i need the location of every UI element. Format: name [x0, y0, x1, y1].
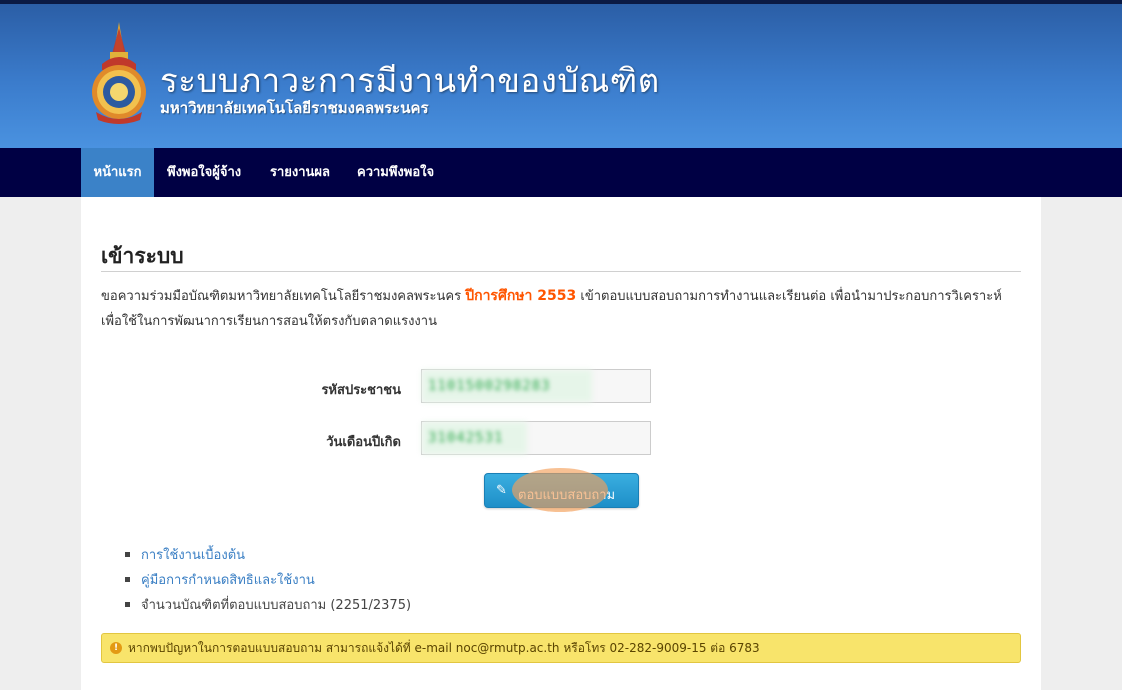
bullet-square-icon: [125, 602, 130, 607]
contact-alert: ! หากพบปัญหาในการตอบแบบสอบถาม สามารถแจ้ง…: [101, 633, 1021, 663]
nav-item-satisfaction[interactable]: ความพึงพอใจ: [357, 148, 434, 197]
main-navbar: หน้าแรก พึงพอใจผู้จ้าง รายงานผล ความพึงพ…: [0, 148, 1122, 197]
site-subtitle: มหาวิทยาลัยเทคโนโลยีราชมงคลพระนคร: [160, 99, 429, 117]
list-item: จำนวนบัณฑิตที่ตอบแบบสอบถาม (2251/2375): [125, 596, 411, 616]
permission-manual-link[interactable]: คู่มือการกำหนดสิทธิและใช้งาน: [141, 573, 315, 588]
info-circle-icon: !: [110, 642, 122, 654]
page-title: เข้าระบบ: [101, 244, 184, 268]
intro-text-start: ขอความร่วมมือบัณฑิตมหาวิทยาลัยเทคโนโลยีร…: [101, 289, 466, 304]
academic-year-highlight: ปีการศึกษา 2553: [465, 288, 577, 304]
university-logo-icon: [92, 22, 146, 124]
birthdate-value: 31042531: [428, 430, 504, 446]
birthdate-label: วันเดือนปีเกิด: [326, 435, 401, 450]
nav-item-home[interactable]: หน้าแรก: [81, 148, 154, 197]
pencil-icon: ✎: [496, 483, 507, 498]
list-item: คู่มือการกำหนดสิทธิและใช้งาน: [125, 571, 315, 591]
citizen-id-value: 1101500298283: [428, 378, 551, 394]
answer-survey-button[interactable]: ✎ ตอบแบบสอบถาม: [484, 473, 639, 508]
bullet-square-icon: [125, 552, 130, 557]
citizen-id-input[interactable]: 1101500298283: [421, 369, 651, 403]
title-divider: [101, 271, 1021, 272]
birthdate-input[interactable]: 31042531: [421, 421, 651, 455]
intro-text: ขอความร่วมมือบัณฑิตมหาวิทยาลัยเทคโนโลยีร…: [101, 284, 1021, 334]
basic-usage-link[interactable]: การใช้งานเบื้องต้น: [141, 548, 245, 563]
alert-text: หากพบปัญหาในการตอบแบบสอบถาม สามารถแจ้งได…: [128, 641, 760, 655]
nav-item-employer-satisfaction[interactable]: พึงพอใจผู้จ้าง: [167, 148, 241, 197]
nav-item-reports[interactable]: รายงานผล: [270, 148, 330, 197]
citizen-id-label: รหัสประชาชน: [321, 383, 401, 398]
respondent-count-text: จำนวนบัณฑิตที่ตอบแบบสอบถาม (2251/2375): [141, 598, 412, 613]
answer-survey-label: ตอบแบบสอบถาม: [518, 488, 616, 503]
site-header: ระบบภาวะการมีงานทำของบัณฑิต มหาวิทยาลัยเ…: [0, 4, 1122, 148]
list-item: การใช้งานเบื้องต้น: [125, 546, 245, 566]
bullet-square-icon: [125, 577, 130, 582]
